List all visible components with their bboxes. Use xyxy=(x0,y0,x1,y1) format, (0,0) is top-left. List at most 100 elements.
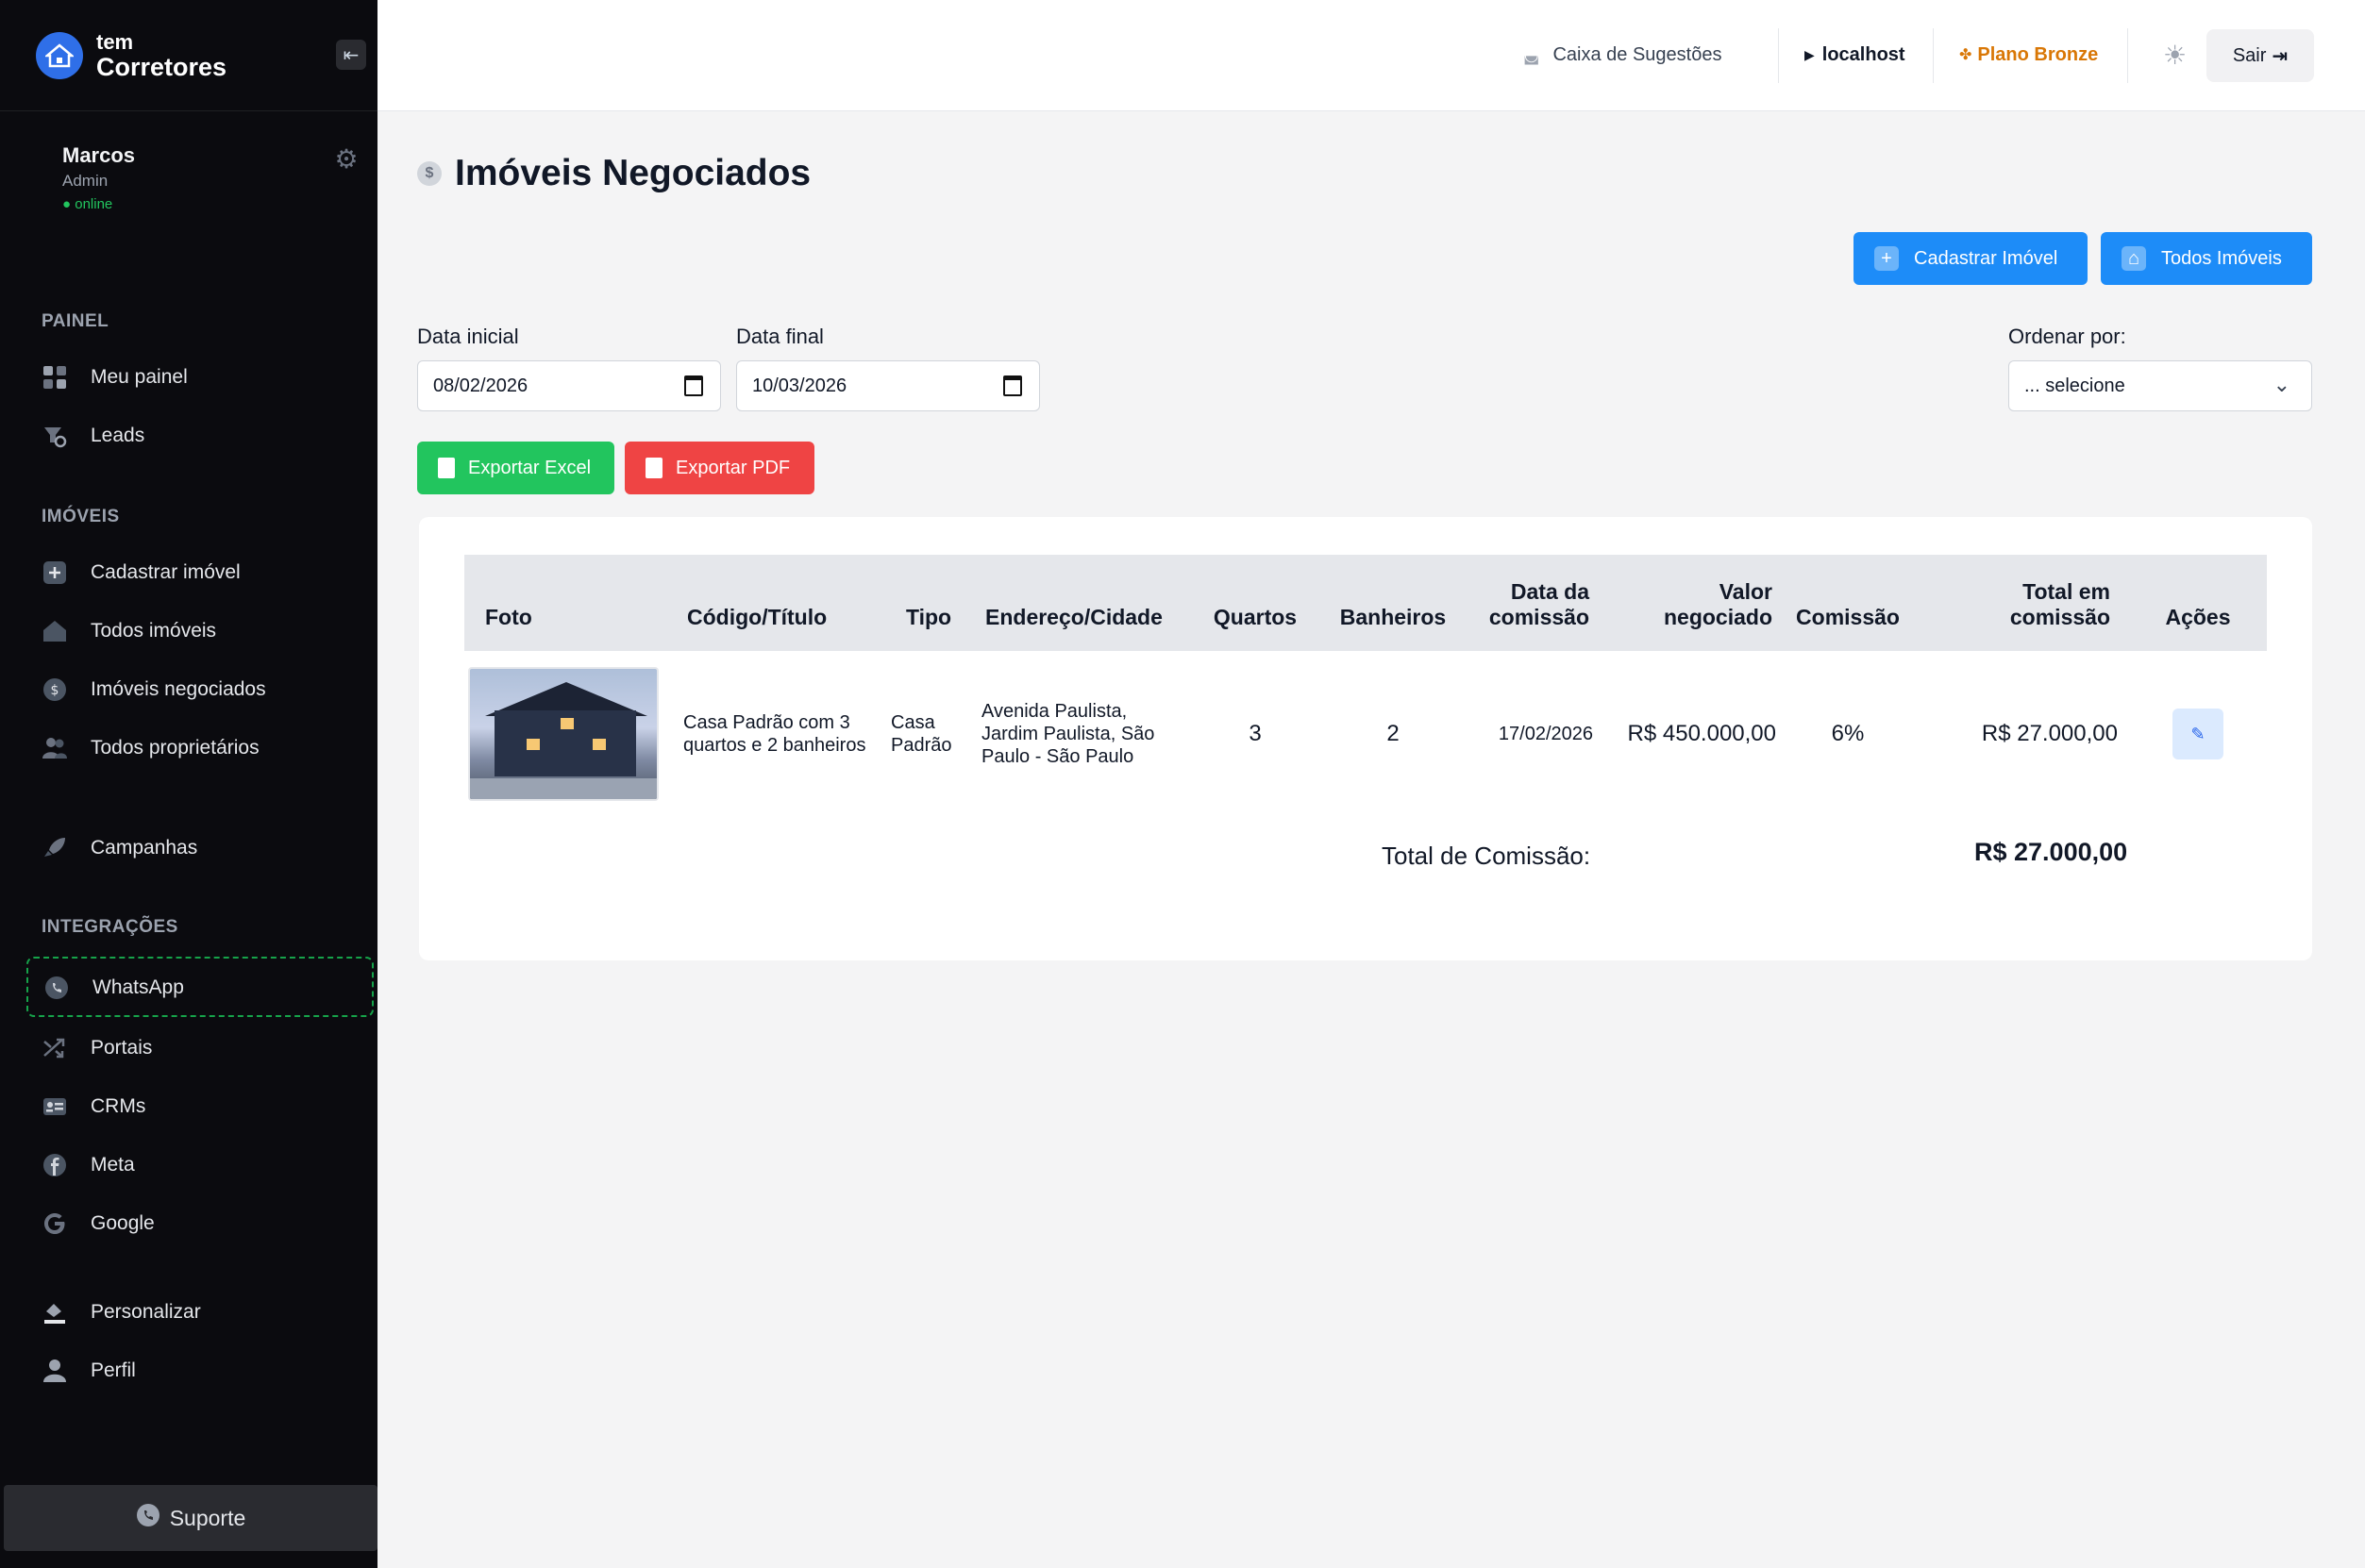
divider xyxy=(1778,28,1779,83)
svg-text:$: $ xyxy=(51,683,59,698)
col-quartos: Quartos xyxy=(1193,555,1317,651)
cell-titulo: Casa Padrão com 3 quartos e 2 banheiros xyxy=(683,712,866,756)
sidebar-item-crms[interactable]: CRMs xyxy=(42,1088,145,1126)
sidebar-item-meta[interactable]: Meta xyxy=(42,1146,135,1184)
sidebar-item-label: Todos proprietários xyxy=(91,737,260,759)
sidebar-item-label: Meu painel xyxy=(91,366,188,388)
cell-valor: R$ 450.000,00 xyxy=(1627,721,1776,746)
calendar-icon[interactable] xyxy=(1003,375,1022,396)
cell-total: R$ 27.000,00 xyxy=(1981,721,2118,746)
register-property-button[interactable]: + Cadastrar Imóvel xyxy=(1853,232,2088,285)
end-date-input[interactable]: 10/03/2026 xyxy=(736,360,1040,411)
sidebar-item-label: Google xyxy=(91,1212,155,1234)
property-photo[interactable] xyxy=(468,667,659,801)
whatsapp-icon xyxy=(136,1503,160,1533)
sidebar-item-imoveis-negociados[interactable]: $ Imóveis negociados xyxy=(42,671,266,709)
cell-comissao: 6% xyxy=(1831,721,1865,746)
sidebar-item-perfil[interactable]: Perfil xyxy=(42,1352,136,1390)
start-date-input[interactable]: 08/02/2026 xyxy=(417,360,721,411)
brand-line2: Corretores xyxy=(96,53,227,81)
sidebar-item-label: Portais xyxy=(91,1037,153,1059)
brand-line1: tem xyxy=(96,30,134,54)
support-button[interactable]: Suporte xyxy=(4,1485,377,1551)
dollar-icon: $ xyxy=(417,161,442,186)
support-label: Suporte xyxy=(169,1505,246,1530)
sun-icon: ☀ xyxy=(2163,40,2188,70)
gear-icon[interactable]: ⚙ xyxy=(332,145,361,174)
pdf-file-icon xyxy=(646,458,663,478)
export-pdf-label: Exportar PDF xyxy=(676,457,791,478)
host-link[interactable]: ▶ localhost xyxy=(1804,38,1905,72)
page-title-text: Imóveis Negociados xyxy=(455,153,812,193)
cell-endereco: Avenida Paulista, Jardim Paulista, São P… xyxy=(981,701,1155,767)
all-properties-label: Todos Imóveis xyxy=(2161,247,2282,269)
house-lawn xyxy=(470,778,657,799)
col-banheiros: Banheiros xyxy=(1317,555,1468,651)
theme-toggle[interactable]: ☀ xyxy=(2163,38,2187,72)
plus-icon: + xyxy=(1874,246,1899,271)
logout-icon: ⇥ xyxy=(2272,45,2289,67)
export-pdf-button[interactable]: Exportar PDF xyxy=(625,442,814,494)
cell-banheiros: 2 xyxy=(1386,721,1400,746)
leads-icon xyxy=(42,423,68,449)
rocket-icon xyxy=(42,835,68,861)
order-by-select[interactable]: ... selecione ⌄ xyxy=(2008,360,2312,411)
edit-icon: ✎ xyxy=(2190,724,2206,743)
sidebar-item-portais[interactable]: Portais xyxy=(42,1029,152,1067)
play-icon: ▶ xyxy=(1804,46,1815,62)
col-codigo-titulo: Código/Título xyxy=(676,555,883,651)
sidebar-item-cadastrar-imovel[interactable]: Cadastrar imóvel xyxy=(42,554,241,592)
sidebar-item-label: Campanhas xyxy=(91,837,198,859)
sidebar-item-label: Perfil xyxy=(91,1359,136,1381)
sidebar-item-whatsapp[interactable]: WhatsApp xyxy=(43,969,184,1007)
sidebar-item-google[interactable]: Google xyxy=(42,1205,155,1243)
sidebar-item-campanhas[interactable]: Campanhas xyxy=(42,829,197,867)
start-date-label: Data inicial xyxy=(417,325,519,348)
collapse-sidebar-button[interactable]: ⇤ xyxy=(336,40,366,70)
sidebar-item-personalizar[interactable]: Personalizar xyxy=(42,1293,201,1331)
suggestions-link[interactable]: ◛ Caixa de Sugestões xyxy=(1523,38,1721,72)
cell-foto xyxy=(464,651,676,817)
grid-icon xyxy=(42,364,68,391)
end-date-label: Data final xyxy=(736,325,824,348)
chevron-down-icon: ⌄ xyxy=(2273,373,2290,396)
plan-link[interactable]: ✤ Plano Bronze xyxy=(1959,38,2098,72)
dollar-icon: $ xyxy=(42,676,68,703)
paint-bucket-icon xyxy=(42,1299,68,1326)
house-icon xyxy=(42,618,68,644)
col-tipo: Tipo xyxy=(883,555,974,651)
table-header-row: Foto Código/Título Tipo Endereço/Cidade … xyxy=(464,555,2267,651)
sidebar-item-label: CRMs xyxy=(91,1095,146,1117)
user-status: ● online xyxy=(62,196,113,212)
calendar-icon[interactable] xyxy=(684,375,703,396)
edit-button[interactable]: ✎ xyxy=(2172,709,2223,759)
plus-icon xyxy=(42,559,68,586)
export-excel-button[interactable]: Exportar Excel xyxy=(417,442,614,494)
logout-button[interactable]: Sair ⇥ xyxy=(2206,29,2314,82)
col-total: Total em comissão xyxy=(1912,555,2129,651)
topbar: ◛ Caixa de Sugestões ▶ localhost ✤ Plano… xyxy=(377,0,2365,111)
users-icon xyxy=(42,735,68,761)
page-title: $ Imóveis Negociados xyxy=(417,153,811,194)
section-integracoes: INTEGRAÇÕES xyxy=(42,917,178,937)
user-panel: Marcos Admin ● online ⚙ xyxy=(0,111,377,236)
negotiated-table: Foto Código/Título Tipo Endereço/Cidade … xyxy=(464,555,2267,817)
sidebar-item-todos-proprietarios[interactable]: Todos proprietários xyxy=(42,729,260,767)
sidebar-item-label: Imóveis negociados xyxy=(91,678,266,700)
chat-icon: ◛ xyxy=(1523,44,1540,64)
col-endereco: Endereço/Cidade xyxy=(974,555,1193,651)
section-painel: PAINEL xyxy=(42,311,109,331)
sidebar-item-leads[interactable]: Leads xyxy=(42,417,144,455)
all-properties-button[interactable]: ⌂ Todos Imóveis xyxy=(2101,232,2312,285)
user-icon xyxy=(42,1358,68,1384)
sidebar-item-label: Leads xyxy=(91,425,145,446)
cell-data: 17/02/2026 xyxy=(1498,723,1593,744)
excel-file-icon xyxy=(438,458,455,478)
order-by-value: ... selecione xyxy=(2024,375,2125,396)
sidebar-item-todos-imoveis[interactable]: Todos imóveis xyxy=(42,612,216,650)
house-window xyxy=(593,739,606,750)
facebook-icon xyxy=(42,1152,68,1178)
sidebar-item-meu-painel[interactable]: Meu painel xyxy=(42,359,188,396)
cell-acoes: ✎ xyxy=(2129,651,2267,817)
cell-quartos: 3 xyxy=(1249,721,1262,746)
